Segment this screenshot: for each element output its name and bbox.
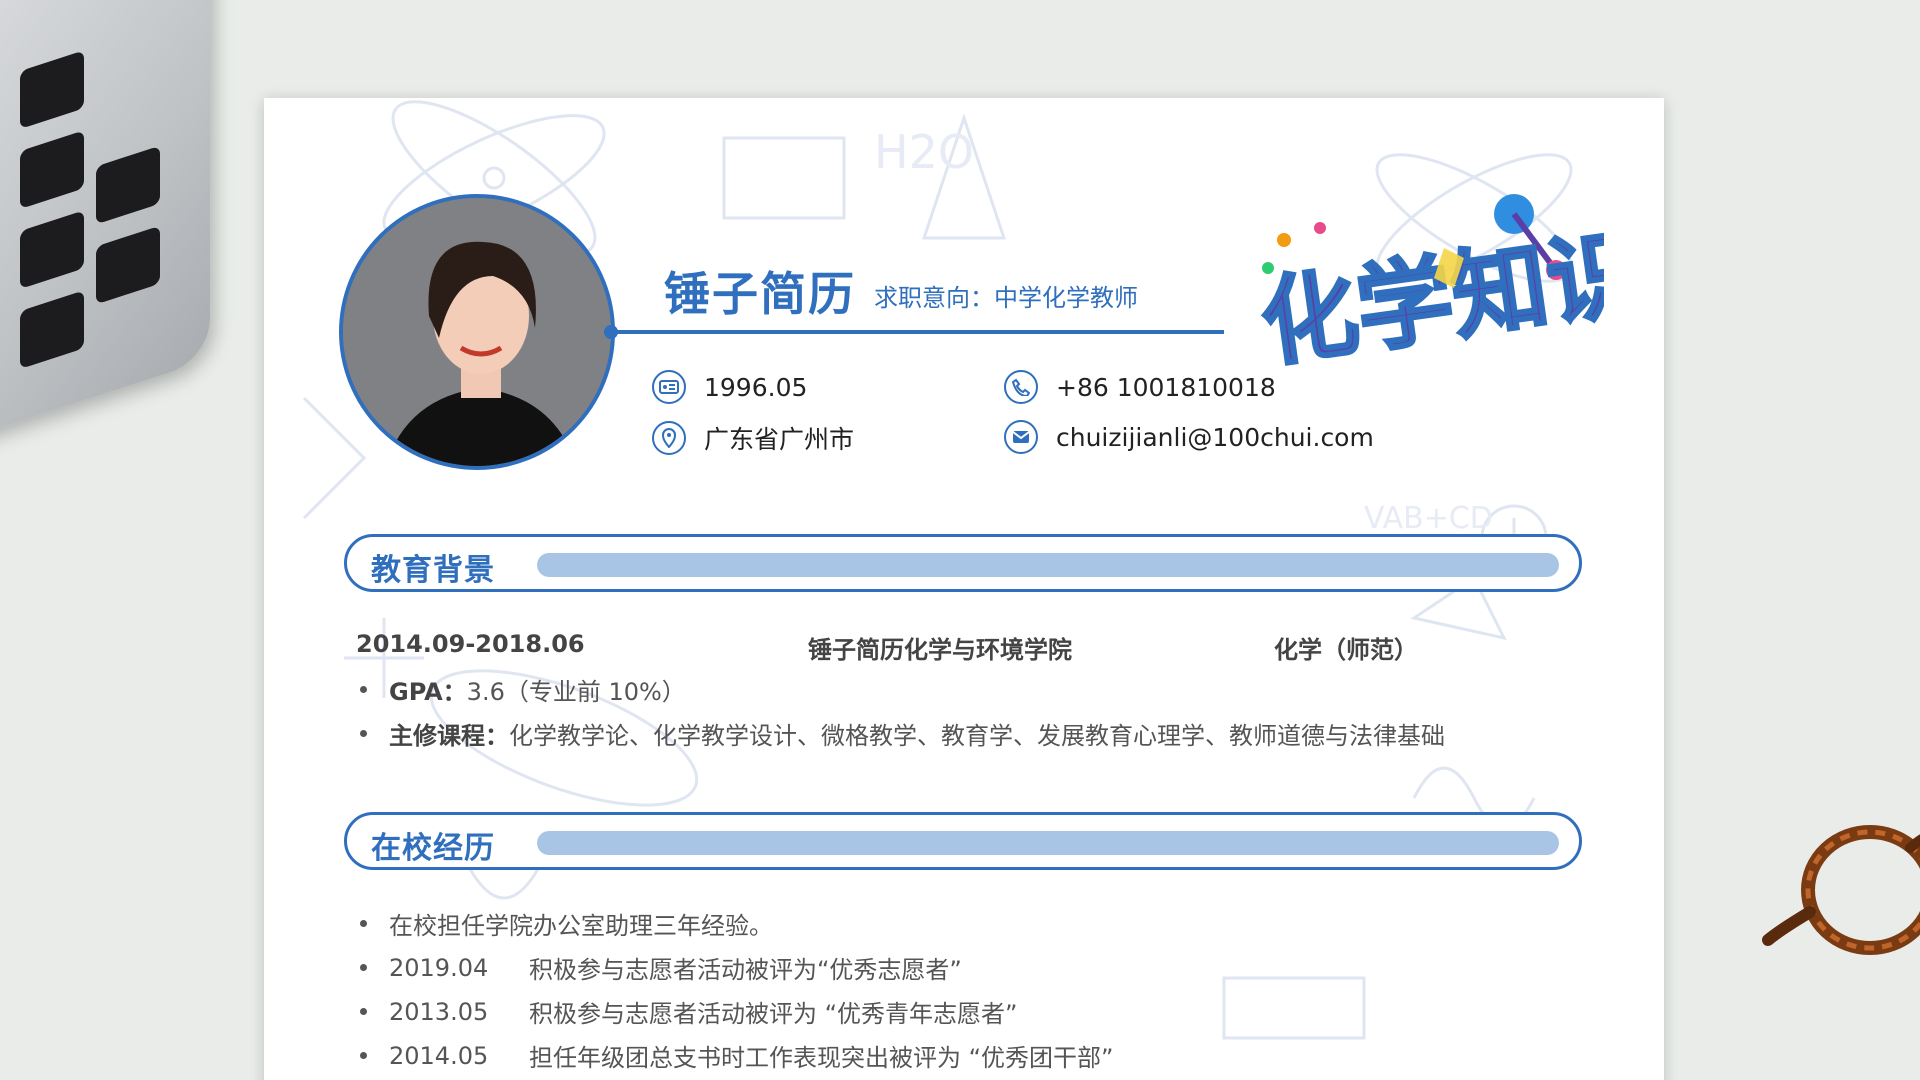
education-gpa: GPA： 3.6（专业前 10%） xyxy=(360,672,686,707)
logo-text: 化学知识 xyxy=(1255,216,1604,378)
campus-heading: 在校经历 xyxy=(371,831,495,866)
education-heading: 教育背景 xyxy=(371,553,495,588)
svg-text:VAB+CD: VAB+CD xyxy=(1364,501,1493,536)
email-address[interactable]: chuizijianli@100chui.com xyxy=(1056,423,1374,452)
gpa-value: 3.6（专业前 10%） xyxy=(466,678,686,706)
mail-icon xyxy=(1004,420,1038,454)
birth-date: 1996.05 xyxy=(704,372,808,402)
avatar xyxy=(343,198,611,466)
gpa-label: GPA： xyxy=(389,678,467,706)
education-school: 锤子简历化学与环境学院 xyxy=(808,636,1072,664)
education-courses: 主修课程： 化学教学论、化学教学设计、微格教学、教育学、发展教育心理学、教师道德… xyxy=(360,716,1445,751)
laptop-decoration xyxy=(0,0,210,441)
bullet-dot xyxy=(360,1008,367,1015)
section-header-bar xyxy=(537,831,1559,855)
education-major: 化学（师范） xyxy=(1274,636,1418,664)
courses-value: 化学教学论、化学教学设计、微格教学、教育学、发展教育心理学、教师道德与法律基础 xyxy=(509,722,1445,750)
campus-item: 2014.05 担任年级团总支书时工作表现突出被评为 “优秀团干部” xyxy=(360,1038,1114,1073)
chemistry-logo: 化学知识 xyxy=(1253,194,1604,378)
laptop-key xyxy=(20,210,84,290)
education-section-header: 教育背景 xyxy=(344,534,1582,592)
campus-item: 2019.04 积极参与志愿者活动被评为“优秀志愿者” xyxy=(360,950,962,985)
campus-item-text: 积极参与志愿者活动被评为 “优秀青年志愿者” xyxy=(529,1000,1018,1028)
bullet-dot xyxy=(360,920,367,927)
contact-email: chuizijianli@100chui.com xyxy=(1004,420,1374,454)
campus-item: 2013.05 积极参与志愿者活动被评为 “优秀青年志愿者” xyxy=(360,994,1018,1029)
location-pin-icon xyxy=(652,421,686,455)
campus-item-text: 担任年级团总支书时工作表现突出被评为 “优秀团干部” xyxy=(529,1044,1114,1072)
laptop-key xyxy=(96,225,160,305)
campus-item-date: 2019.04 xyxy=(389,953,489,982)
location-text: 广东省广州市 xyxy=(704,425,855,454)
glasses-decoration xyxy=(1762,825,1920,955)
laptop-key xyxy=(96,145,160,225)
bullet-dot xyxy=(360,686,367,693)
candidate-name: 锤子简历 xyxy=(664,267,856,321)
phone-icon xyxy=(1004,370,1038,404)
laptop-key xyxy=(20,50,84,130)
campus-item-date: 2013.05 xyxy=(389,997,489,1026)
bullet-dot xyxy=(360,730,367,737)
bullet-dot xyxy=(360,1052,367,1059)
laptop-key xyxy=(20,130,84,210)
campus-item-text: 积极参与志愿者活动被评为“优秀志愿者” xyxy=(529,956,962,984)
svg-text:H2O: H2O xyxy=(874,125,974,179)
contact-location: 广东省广州市 xyxy=(652,420,854,456)
education-period: 2014.09-2018.06 xyxy=(356,630,585,658)
job-intent: 求职意向：中学化学教师 xyxy=(874,284,1138,312)
courses-label: 主修课程： xyxy=(389,722,509,750)
resume-page: H2O VAB+CD 锤子简历 求职意向：中学化学教师 1996.05 广东省广… xyxy=(264,98,1664,1080)
campus-item-text: 在校担任学院办公室助理三年经验。 xyxy=(389,912,773,940)
profile-photo xyxy=(339,194,615,470)
campus-item-date: 2014.05 xyxy=(389,1041,489,1070)
bullet-dot xyxy=(360,964,367,971)
campus-section-header: 在校经历 xyxy=(344,812,1582,870)
campus-item: 在校担任学院办公室助理三年经验。 xyxy=(360,906,773,941)
contact-birth: 1996.05 xyxy=(652,370,807,404)
section-header-bar xyxy=(537,553,1559,577)
id-card-icon xyxy=(652,370,686,404)
laptop-key xyxy=(20,290,84,370)
title-underline xyxy=(612,330,1224,334)
